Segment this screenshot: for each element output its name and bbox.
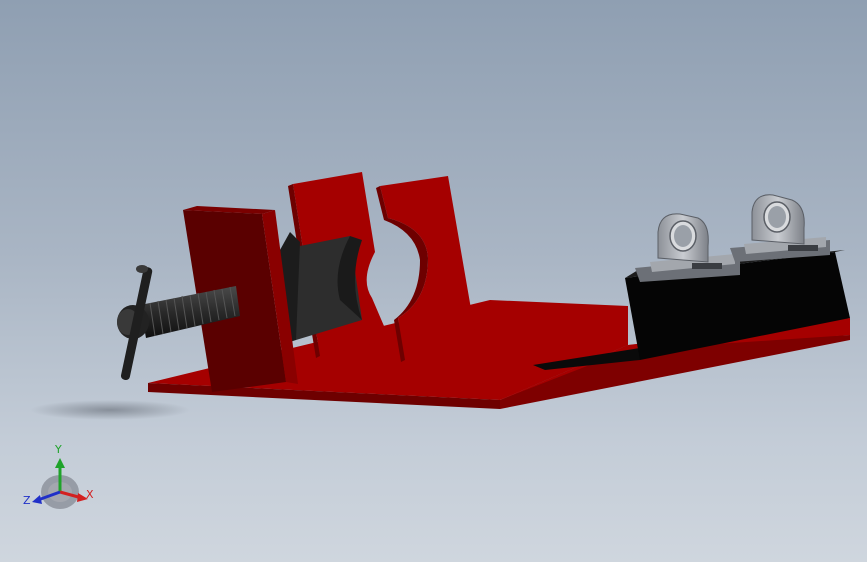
pillow-block-bearing-2[interactable] <box>730 194 830 262</box>
triad-z-label: Z <box>23 494 31 507</box>
triad-x-label: X <box>86 488 94 501</box>
triad-y-label: Y <box>54 443 62 456</box>
graphics-viewport[interactable]: Y X Z <box>0 0 867 562</box>
ground-shadow <box>30 400 190 420</box>
pillow-block-bearing-1[interactable] <box>635 213 740 282</box>
cad-model-scene[interactable] <box>0 0 867 562</box>
coordinate-triad-icon: Y X Z <box>23 443 94 509</box>
